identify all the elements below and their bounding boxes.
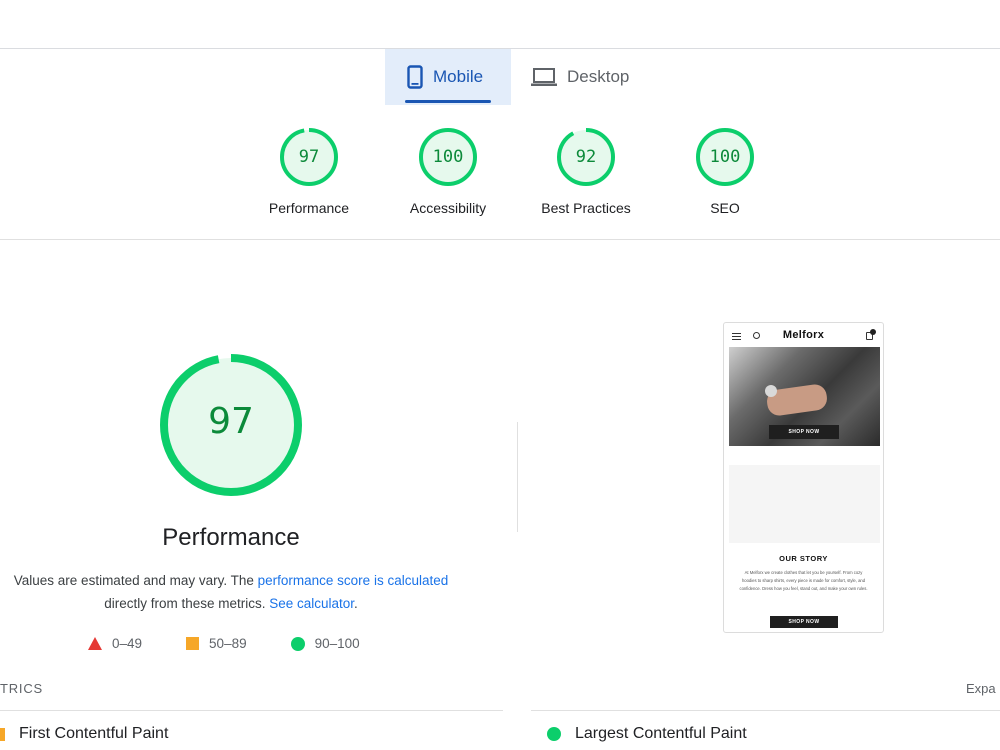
gauge-label: Best Practices [541,200,631,216]
category-summary: 97 Performance 100 Accessibility 92 Best… [0,128,1000,228]
laptop-icon [531,67,557,87]
average-square-icon [186,637,200,650]
summary-divider [0,239,1000,240]
gauge-performance[interactable]: 97 Performance [254,128,364,216]
placeholder-block [729,465,880,543]
performance-score-link[interactable]: performance score is calculated [258,573,449,588]
desc-text-3: . [354,596,358,611]
metrics-section-label: TRICS [0,681,43,696]
pass-circle-icon [547,727,561,741]
gauge-score: 100 [432,147,464,167]
legend-average-label: 50–89 [209,636,247,651]
performance-gauge: 97 [160,354,302,496]
metrics-divider-right [531,710,1000,711]
performance-title: Performance [162,524,300,551]
mobile-phone-icon [407,65,423,89]
metric-label: Largest Contentful Paint [575,725,747,742]
device-tabs: Mobile Desktop [385,49,629,105]
see-calculator-link[interactable]: See calculator [269,596,354,611]
score-legend: 0–49 50–89 90–100 [88,636,404,651]
vertical-divider [517,422,518,532]
gauge-label: Accessibility [409,200,487,216]
desc-text-1: Values are estimated and may vary. The [13,573,258,588]
gauge-score: 100 [709,147,741,167]
metric-label: First Contentful Paint [19,725,169,742]
gauge-accessibility[interactable]: 100 Accessibility [393,128,503,216]
tab-mobile-label: Mobile [433,67,484,86]
screenshot-brand: Melforx [782,329,825,341]
performance-score: 97 [208,401,254,442]
tab-desktop-label: Desktop [567,67,630,86]
fail-triangle-icon [88,637,102,650]
legend-pass-label: 90–100 [314,636,360,651]
expand-view-toggle[interactable]: Expa [966,681,996,696]
tab-desktop[interactable]: Desktop [511,49,629,105]
gauge-seo[interactable]: 100 SEO [670,128,780,216]
final-screenshot[interactable]: Melforx SHOP NOW OUR STORY At Melforx we… [723,322,884,633]
gauge-score: 92 [575,147,597,167]
performance-description: Values are estimated and may vary. The p… [0,569,462,615]
gauge-score: 97 [298,147,320,167]
legend-fail-label: 0–49 [112,636,143,651]
story-text: At Melforx we create clothes that let yo… [739,570,868,591]
average-square-icon [0,727,5,741]
gauge-label: SEO [710,200,740,216]
story-shop-now-button: SHOP NOW [770,616,838,628]
desc-text-2: directly from these metrics. [104,596,270,611]
hero-watch-shape [765,385,777,397]
cart-badge [870,329,876,335]
hero-shop-now-button: SHOP NOW [769,425,839,439]
pass-circle-icon [290,636,305,651]
metrics-divider-left [0,710,503,711]
screenshot-header: Melforx [724,323,883,347]
metric-largest-contentful-paint[interactable]: Largest Contentful Paint [547,725,747,743]
gauge-best-practices[interactable]: 92 Best Practices [531,128,641,216]
gauge-label: Performance [268,200,350,216]
story-title: OUR STORY [779,554,828,563]
tab-mobile[interactable]: Mobile [385,49,511,105]
metric-first-contentful-paint[interactable]: First Contentful Paint [0,725,168,743]
